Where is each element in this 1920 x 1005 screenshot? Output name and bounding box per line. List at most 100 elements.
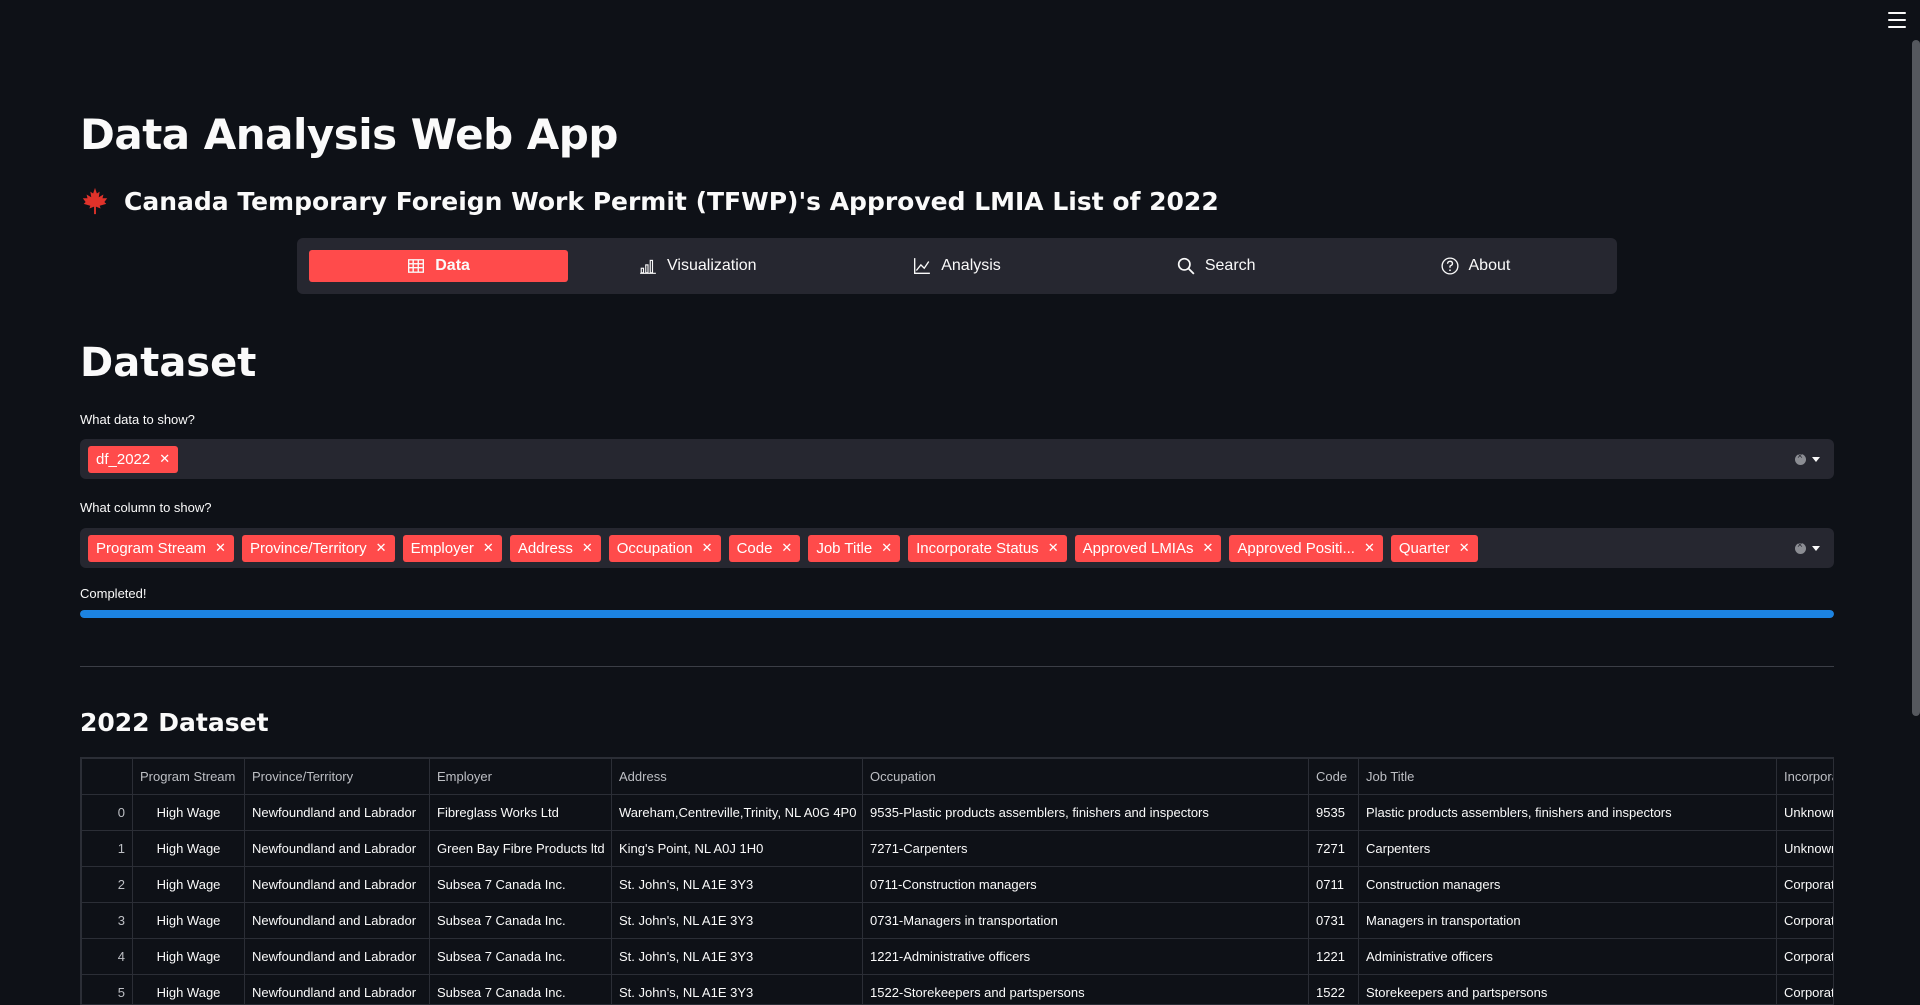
column-header[interactable] — [81, 758, 133, 795]
chevron-down-icon[interactable] — [1812, 456, 1820, 462]
table-cell[interactable]: Unknown — [1776, 794, 1833, 831]
remove-chip-icon[interactable]: ✕ — [376, 540, 387, 556]
table-cell[interactable]: 0731-Managers in transportation — [862, 902, 1309, 939]
table-cell[interactable]: Wareham,Centreville,Trinity, NL A0G 4P0 — [611, 794, 863, 831]
table-row: 2 High Wage Newfoundland and Labrador Su… — [81, 866, 1833, 903]
row-index: 3 — [81, 902, 133, 939]
table-cell[interactable]: 9535 — [1308, 794, 1359, 831]
table-cell[interactable]: 0711 — [1308, 866, 1359, 903]
remove-chip-icon[interactable]: ✕ — [1048, 540, 1059, 556]
table-cell[interactable]: Administrative officers — [1358, 938, 1777, 975]
page-scrollbar[interactable] — [1912, 40, 1920, 716]
remove-chip-icon[interactable]: ✕ — [1459, 540, 1470, 556]
table-cell[interactable]: Corporatio — [1776, 866, 1833, 903]
table-cell[interactable]: Green Bay Fibre Products ltd — [429, 830, 612, 867]
table-cell[interactable]: High Wage — [132, 794, 245, 831]
table-cell[interactable]: 1221-Administrative officers — [862, 938, 1309, 975]
column-header[interactable]: Program Stream — [132, 758, 245, 795]
table-cell[interactable]: St. John's, NL A1E 3Y3 — [611, 866, 863, 903]
table-row: 5 High Wage Newfoundland and Labrador Su… — [81, 974, 1833, 1004]
remove-chip-icon[interactable]: ✕ — [159, 451, 170, 467]
column-header[interactable]: Occupation — [862, 758, 1309, 795]
column-multiselect[interactable]: Program Stream ✕ Province/Territory ✕ Empl… — [80, 528, 1834, 568]
remove-chip-icon[interactable]: ✕ — [702, 540, 713, 556]
table-cell[interactable]: Storekeepers and partspersons — [1358, 974, 1777, 1004]
table-cell[interactable]: 1522-Storekeepers and partspersons — [862, 974, 1309, 1004]
table-cell[interactable]: Managers in transportation — [1358, 902, 1777, 939]
table-cell[interactable]: Newfoundland and Labrador — [244, 794, 430, 831]
table-cell[interactable]: High Wage — [132, 866, 245, 903]
table-cell[interactable]: Subsea 7 Canada Inc. — [429, 866, 612, 903]
table-cell[interactable]: Corporatio — [1776, 974, 1833, 1004]
option-menu: Data Visualization Analysis Search About — [297, 238, 1617, 294]
nav-item-label: Data — [435, 257, 470, 274]
table-cell[interactable]: Unknown — [1776, 830, 1833, 867]
column-header[interactable]: Province/Territory — [244, 758, 430, 795]
main-menu-icon[interactable] — [1888, 12, 1906, 28]
table-cell[interactable]: Subsea 7 Canada Inc. — [429, 902, 612, 939]
table-cell[interactable]: Subsea 7 Canada Inc. — [429, 974, 612, 1004]
remove-chip-icon[interactable]: ✕ — [215, 540, 226, 556]
remove-chip-icon[interactable]: ✕ — [881, 540, 892, 556]
search-icon — [1177, 257, 1195, 275]
table-cell[interactable]: Newfoundland and Labrador — [244, 938, 430, 975]
table-cell[interactable]: St. John's, NL A1E 3Y3 — [611, 938, 863, 975]
table-cell[interactable]: Fibreglass Works Ltd — [429, 794, 612, 831]
remove-chip-icon[interactable]: ✕ — [483, 540, 494, 556]
table-cell[interactable]: Corporatio — [1776, 938, 1833, 975]
table-cell[interactable]: 1221 — [1308, 938, 1359, 975]
chip-label: Approved LMIAs — [1082, 539, 1194, 557]
dataset-heading: Dataset — [80, 340, 257, 386]
nav-item-data[interactable]: Data — [309, 250, 569, 282]
table-cell[interactable]: Newfoundland and Labrador — [244, 974, 430, 1004]
column-header[interactable]: Incorporat — [1776, 758, 1833, 795]
table-cell[interactable]: Construction managers — [1358, 866, 1777, 903]
column-header[interactable]: Employer — [429, 758, 612, 795]
table-cell[interactable]: St. John's, NL A1E 3Y3 — [611, 974, 863, 1004]
table-cell[interactable]: Newfoundland and Labrador — [244, 902, 430, 939]
table-cell[interactable]: 7271 — [1308, 830, 1359, 867]
nav-item-about[interactable]: About — [1346, 250, 1605, 282]
column-header[interactable]: Code — [1308, 758, 1359, 795]
table-cell[interactable]: 0731 — [1308, 902, 1359, 939]
table-cell[interactable]: 0711-Construction managers — [862, 866, 1309, 903]
clear-all-icon[interactable] — [1795, 540, 1806, 554]
chip-label: Incorporate Status — [916, 539, 1039, 557]
table-cell[interactable]: Carpenters — [1358, 830, 1777, 867]
remove-chip-icon[interactable]: ✕ — [781, 540, 792, 556]
app-title: Data Analysis Web App — [80, 110, 618, 159]
progress-bar-fill — [80, 610, 1834, 618]
chip-approved-positions: Approved Positi... ✕ — [1229, 534, 1383, 562]
chip-code: Code ✕ — [728, 534, 801, 562]
table-cell[interactable]: Corporatio — [1776, 902, 1833, 939]
nav-item-analysis[interactable]: Analysis — [827, 250, 1086, 282]
app-subtitle: Canada Temporary Foreign Work Permit (TF… — [80, 186, 1219, 216]
chevron-down-icon[interactable] — [1812, 545, 1820, 551]
table-cell[interactable]: 7271-Carpenters — [862, 830, 1309, 867]
table-cell[interactable]: Newfoundland and Labrador — [244, 866, 430, 903]
remove-chip-icon[interactable]: ✕ — [582, 540, 593, 556]
table-cell[interactable]: Subsea 7 Canada Inc. — [429, 938, 612, 975]
chip-label: Province/Territory — [249, 539, 367, 557]
table-cell[interactable]: Plastic products assemblers, finishers a… — [1358, 794, 1777, 831]
column-header[interactable]: Job Title — [1358, 758, 1777, 795]
column-header[interactable]: Address — [611, 758, 863, 795]
table-cell[interactable]: 9535-Plastic products assemblers, finish… — [862, 794, 1309, 831]
table-cell[interactable]: St. John's, NL A1E 3Y3 — [611, 902, 863, 939]
divider — [80, 666, 1834, 667]
clear-all-icon[interactable] — [1795, 451, 1806, 465]
table-cell[interactable]: High Wage — [132, 938, 245, 975]
table-cell[interactable]: 1522 — [1308, 974, 1359, 1004]
data-multiselect[interactable]: df_2022 ✕ — [80, 439, 1834, 479]
remove-chip-icon[interactable]: ✕ — [1364, 540, 1375, 556]
table-cell[interactable]: High Wage — [132, 902, 245, 939]
remove-chip-icon[interactable]: ✕ — [1202, 540, 1213, 556]
table-cell[interactable]: Newfoundland and Labrador — [244, 830, 430, 867]
table-cell[interactable]: King's Point, NL A0J 1H0 — [611, 830, 863, 867]
table-cell[interactable]: High Wage — [132, 974, 245, 1004]
table-cell[interactable]: High Wage — [132, 830, 245, 867]
nav-item-search[interactable]: Search — [1087, 250, 1346, 282]
row-index: 4 — [81, 938, 133, 975]
nav-item-visualization[interactable]: Visualization — [568, 250, 827, 282]
dataframe[interactable]: Program Stream Province/Territory Employ… — [80, 757, 1834, 1005]
